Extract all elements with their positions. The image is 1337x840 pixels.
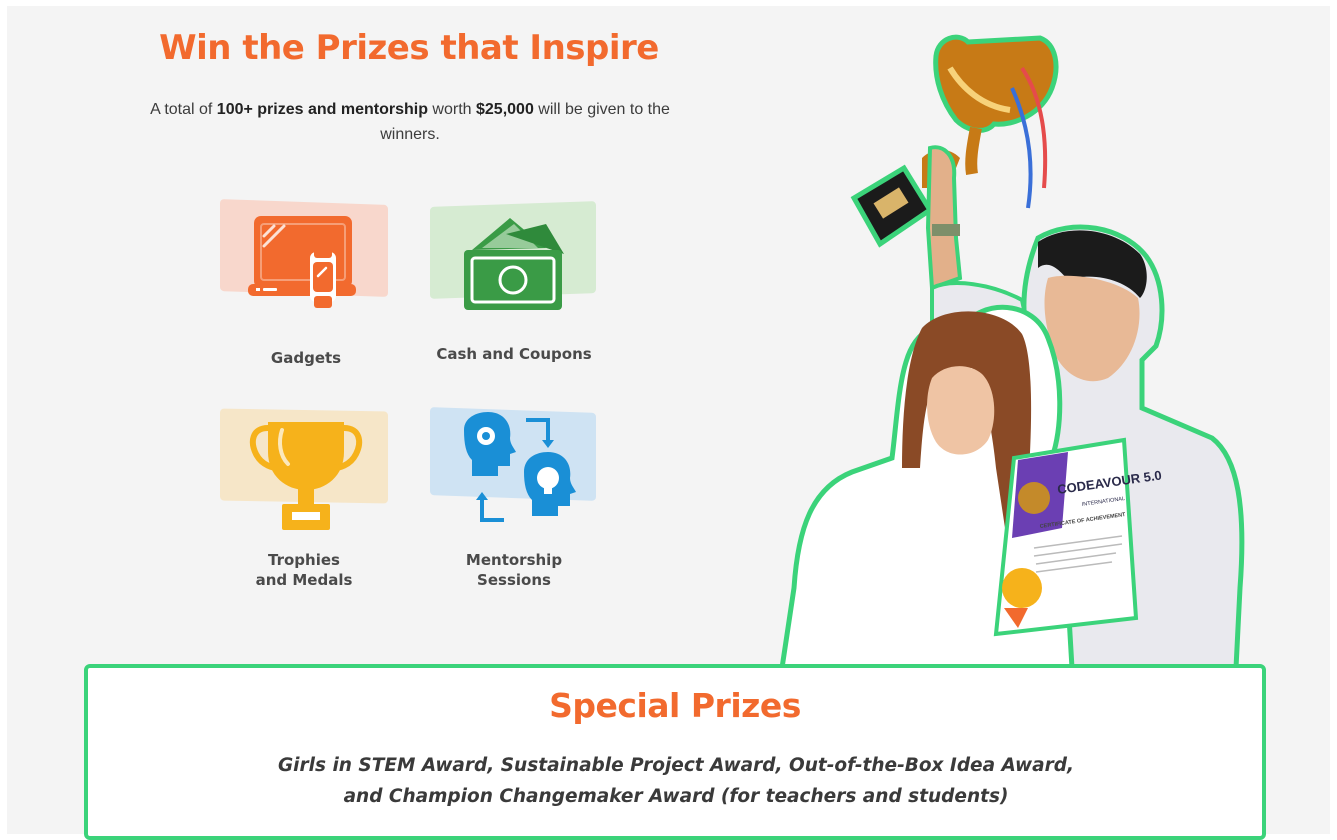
laptop-smartwatch-icon: [248, 216, 356, 308]
prize-card-mentorship: Mentorship Sessions: [428, 407, 600, 589]
prize-label-gadgets: Gadgets: [270, 349, 342, 367]
prize-label-cash: Cash and Coupons: [436, 345, 592, 363]
prize-card-gadgets: Gadgets: [220, 199, 392, 372]
special-prizes-box: Special Prizes Girls in STEM Award, Sust…: [84, 664, 1266, 840]
intro-middle: worth: [427, 101, 476, 118]
winners-photo: CODEAVOUR 5.0 INTERNATIONAL CERTIFICATE …: [779, 34, 1245, 668]
prizes-intro: A total of 100+ prizes and mentorship wo…: [130, 97, 690, 147]
prize-amount: $25,000: [476, 101, 534, 118]
prize-card-trophies: Trophies and Medals: [220, 408, 392, 598]
intro-prefix: A total of: [150, 101, 217, 118]
prize-label-mentorship: Mentorship Sessions: [465, 551, 563, 589]
prize-card-cash: Cash and Coupons: [428, 201, 600, 372]
section-heading: Win the Prizes that Inspire: [159, 28, 659, 68]
special-prizes-description: Girls in STEM Award, Sustainable Project…: [278, 755, 1074, 807]
prize-label-trophies: Trophies and Medals: [255, 551, 353, 589]
intro-highlight: 100+ prizes and mentorship: [216, 101, 428, 118]
mentorship-heads-icon: [464, 412, 576, 522]
cash-icon: [464, 218, 564, 310]
special-prizes-title: Special Prizes: [549, 686, 801, 725]
trophy-icon: [249, 422, 363, 530]
